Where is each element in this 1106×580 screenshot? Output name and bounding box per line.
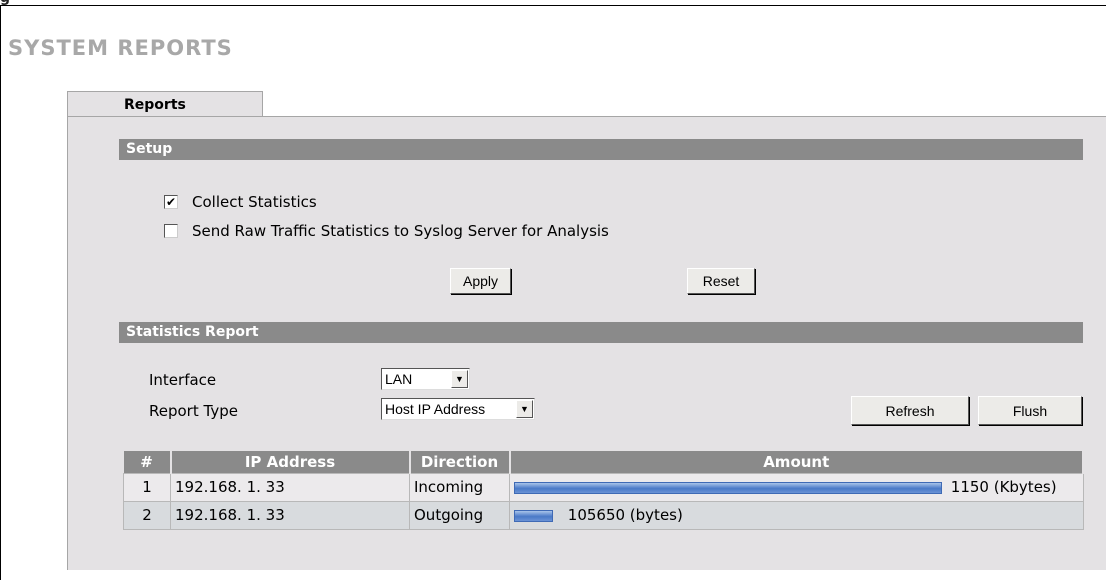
row-direction: Outgoing — [409, 500, 510, 530]
table-row: 1 192.168. 1. 33 Incoming 1150 (Kbytes) — [123, 472, 1084, 502]
reset-button[interactable]: Reset — [687, 268, 755, 294]
row-amount-cell: 105650 (bytes) — [509, 500, 1084, 530]
table-row: 2 192.168. 1. 33 Outgoing 105650 (bytes) — [123, 500, 1084, 530]
collect-statistics-row: ✔ Collect Statistics — [164, 193, 317, 211]
report-type-select[interactable]: Host IP Address ▼ — [381, 398, 535, 420]
send-raw-label: Send Raw Traffic Statistics to Syslog Se… — [192, 222, 609, 240]
statistics-report-header: Statistics Report — [119, 322, 1083, 343]
figure-caption-strip: g — [0, 0, 1106, 6]
row-ip: 192.168. 1. 33 — [170, 472, 410, 502]
row-number: 1 — [123, 472, 171, 502]
collect-statistics-label: Collect Statistics — [192, 193, 317, 211]
row-direction: Incoming — [409, 472, 510, 502]
collect-statistics-checkbox[interactable]: ✔ — [164, 195, 178, 209]
table-header-row: # IP Address Direction Amount — [123, 451, 1084, 473]
statistics-table: # IP Address Direction Amount 1 192.168.… — [123, 451, 1084, 530]
row-amount-cell: 1150 (Kbytes) — [509, 472, 1084, 502]
report-type-label: Report Type — [149, 402, 238, 420]
tab-reports[interactable]: Reports — [67, 91, 263, 116]
report-type-value: Host IP Address — [385, 401, 486, 417]
column-header-amount: Amount — [509, 451, 1084, 473]
column-header-number: # — [123, 451, 172, 473]
chevron-down-icon[interactable]: ▼ — [516, 400, 533, 418]
flush-button[interactable]: Flush — [978, 396, 1082, 425]
interface-value: LAN — [385, 371, 413, 387]
apply-button[interactable]: Apply — [450, 268, 511, 294]
column-header-ip: IP Address — [170, 451, 411, 473]
row-number: 2 — [123, 500, 171, 530]
column-header-direction: Direction — [409, 451, 511, 473]
interface-label: Interface — [149, 371, 217, 389]
amount-bar — [514, 509, 553, 522]
refresh-button[interactable]: Refresh — [851, 396, 969, 425]
setup-header: Setup — [119, 139, 1083, 160]
row-amount: 105650 (bytes) — [567, 506, 683, 524]
amount-bar — [514, 481, 942, 494]
send-raw-row: Send Raw Traffic Statistics to Syslog Se… — [164, 222, 609, 240]
interface-select[interactable]: LAN ▼ — [381, 368, 470, 390]
row-amount: 1150 (Kbytes) — [950, 478, 1057, 496]
send-raw-checkbox[interactable] — [164, 224, 178, 238]
chevron-down-icon[interactable]: ▼ — [451, 370, 468, 388]
page-title: SYSTEM REPORTS — [8, 36, 233, 60]
row-ip: 192.168. 1. 33 — [170, 500, 410, 530]
